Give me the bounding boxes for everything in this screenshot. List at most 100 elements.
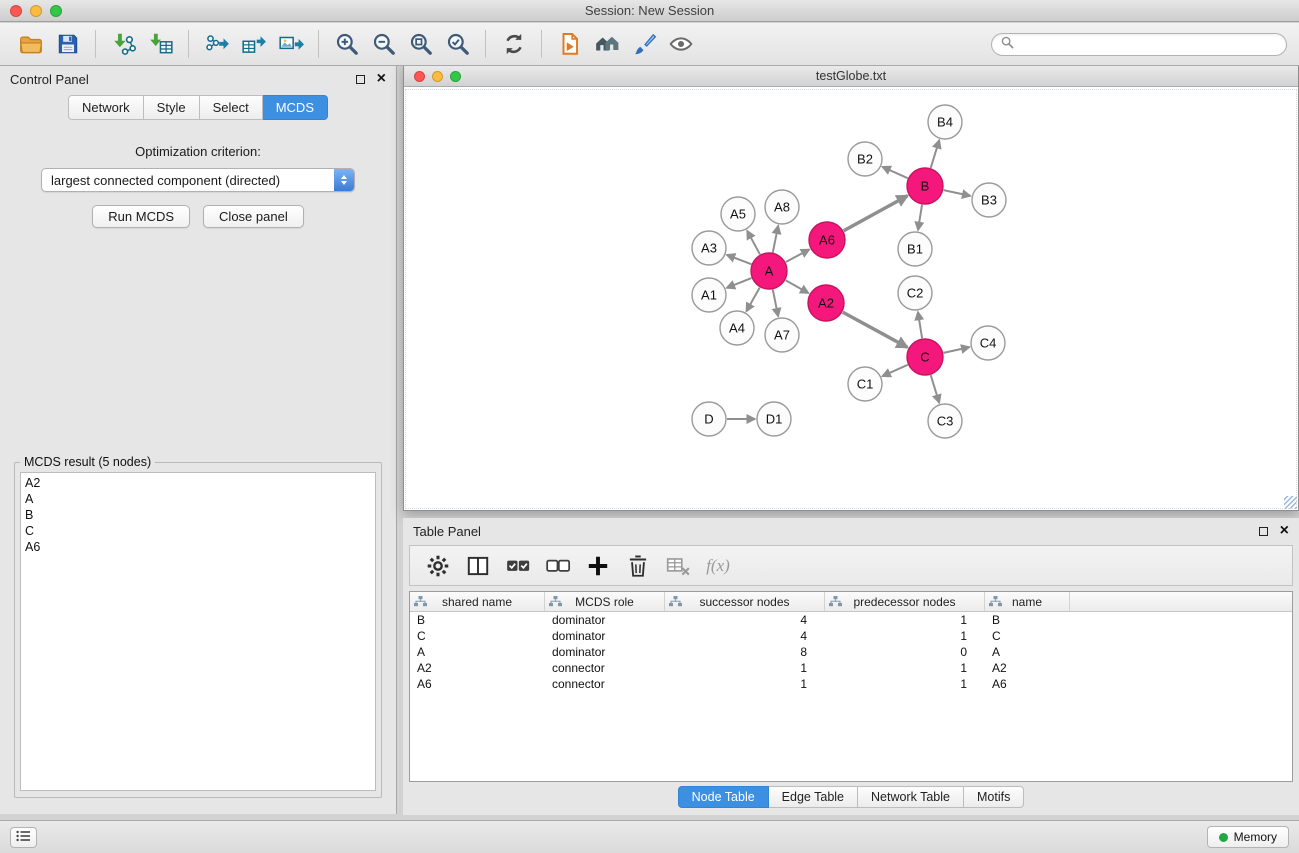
minimize-window-button[interactable]: [30, 5, 42, 17]
graph-node-C2[interactable]: C2: [898, 276, 932, 310]
export-network-icon[interactable]: [198, 26, 235, 62]
graph-edge-A6-B[interactable]: [844, 196, 908, 231]
column-header-name[interactable]: name: [985, 592, 1070, 611]
first-neighbors-icon[interactable]: [551, 26, 588, 62]
graph-node-A5[interactable]: A5: [721, 197, 755, 231]
graph-edge-A-A8[interactable]: [773, 226, 778, 253]
run-mcds-button[interactable]: Run MCDS: [92, 205, 190, 228]
network-close-button[interactable]: [414, 71, 425, 82]
delete-table-icon[interactable]: [658, 548, 698, 584]
network-canvas[interactable]: B4B2BB3A5A8A6B1A3AC2A1A2A4A7C4CC1C3DD1: [404, 88, 1298, 510]
graph-node-A3[interactable]: A3: [692, 231, 726, 265]
graph-node-D1[interactable]: D1: [757, 402, 791, 436]
graph-node-C1[interactable]: C1: [848, 367, 882, 401]
tab-motifs[interactable]: Motifs: [964, 786, 1024, 808]
close-panel-button[interactable]: Close panel: [203, 205, 304, 228]
show-columns-icon[interactable]: [458, 548, 498, 584]
graph-node-C[interactable]: C: [907, 339, 943, 375]
graph-node-B3[interactable]: B3: [972, 183, 1006, 217]
graph-node-A1[interactable]: A1: [692, 278, 726, 312]
table-row[interactable]: Bdominator41B: [410, 612, 1292, 628]
tab-network-table[interactable]: Network Table: [858, 786, 964, 808]
search-box[interactable]: [991, 33, 1287, 56]
graph-node-A7[interactable]: A7: [765, 318, 799, 352]
graph-edge-A-A7[interactable]: [773, 290, 778, 317]
task-history-button[interactable]: [10, 827, 37, 848]
graph-edge-A2-C[interactable]: [843, 312, 908, 347]
graph-edge-C-C3[interactable]: [931, 375, 940, 403]
fullscreen-window-button[interactable]: [50, 5, 62, 17]
mcds-result-item[interactable]: B: [25, 507, 371, 523]
graph-edge-A-A1[interactable]: [727, 278, 752, 288]
import-network-icon[interactable]: [105, 26, 142, 62]
table-row[interactable]: Cdominator41C: [410, 628, 1292, 644]
graph-node-A8[interactable]: A8: [765, 190, 799, 224]
zoom-fit-icon[interactable]: [402, 26, 439, 62]
graph-edge-B-B4[interactable]: [931, 140, 940, 168]
graph-node-D[interactable]: D: [692, 402, 726, 436]
table-row[interactable]: A6connector11A6: [410, 676, 1292, 692]
graph-edge-B-B1[interactable]: [918, 205, 922, 230]
export-image-icon[interactable]: [272, 26, 309, 62]
resize-handle-icon[interactable]: [1284, 496, 1297, 509]
tab-style[interactable]: Style: [144, 95, 200, 120]
graph-node-B4[interactable]: B4: [928, 105, 962, 139]
tab-edge-table[interactable]: Edge Table: [769, 786, 858, 808]
close-table-panel-icon[interactable]: ×: [1280, 525, 1289, 537]
save-session-icon[interactable]: [49, 26, 86, 62]
graph-edge-A-A2[interactable]: [786, 280, 809, 293]
home-icon[interactable]: [588, 26, 625, 62]
network-window-titlebar[interactable]: testGlobe.txt: [404, 66, 1298, 87]
mcds-result-item[interactable]: A2: [25, 475, 371, 491]
graph-node-B2[interactable]: B2: [848, 142, 882, 176]
search-input[interactable]: [1020, 35, 1277, 53]
column-header-successor-nodes[interactable]: successor nodes: [665, 592, 825, 611]
graph-edge-B-B2[interactable]: [882, 167, 907, 178]
graph-edge-B-B3[interactable]: [944, 190, 971, 196]
table-row[interactable]: Adominator80A: [410, 644, 1292, 660]
tab-node-table[interactable]: Node Table: [678, 786, 769, 808]
paint-details-icon[interactable]: [625, 26, 662, 62]
graph-node-A4[interactable]: A4: [720, 311, 754, 345]
mcds-result-list[interactable]: A2ABCA6: [20, 472, 376, 791]
column-header-predecessor-nodes[interactable]: predecessor nodes: [825, 592, 985, 611]
float-table-panel-icon[interactable]: [1259, 527, 1268, 536]
add-column-icon[interactable]: [578, 548, 618, 584]
zoom-selected-icon[interactable]: [439, 26, 476, 62]
graph-edge-C-C2[interactable]: [918, 312, 922, 338]
float-panel-icon[interactable]: [356, 75, 365, 84]
graph-node-A2[interactable]: A2: [808, 285, 844, 321]
graph-node-A[interactable]: A: [751, 253, 787, 289]
graph-edge-C-C4[interactable]: [944, 347, 970, 353]
mcds-result-item[interactable]: A6: [25, 539, 371, 555]
column-header-shared-name[interactable]: shared name: [410, 592, 545, 611]
graph-node-B[interactable]: B: [907, 168, 943, 204]
graph-node-A6[interactable]: A6: [809, 222, 845, 258]
criterion-select[interactable]: largest connected component (directed): [41, 168, 355, 192]
deselect-all-icon[interactable]: [538, 548, 578, 584]
graph-node-B1[interactable]: B1: [898, 232, 932, 266]
window-titlebar[interactable]: Session: New Session: [0, 0, 1299, 22]
network-zoom-button[interactable]: [450, 71, 461, 82]
open-session-icon[interactable]: [12, 26, 49, 62]
refresh-icon[interactable]: [495, 26, 532, 62]
eye-icon[interactable]: [662, 26, 699, 62]
graph-edge-A-A4[interactable]: [746, 288, 759, 312]
table-row[interactable]: A2connector11A2: [410, 660, 1292, 676]
delete-column-icon[interactable]: [618, 548, 658, 584]
tab-mcds[interactable]: MCDS: [263, 95, 328, 120]
network-minimize-button[interactable]: [432, 71, 443, 82]
graph-edge-A-A6[interactable]: [786, 249, 810, 262]
mcds-result-item[interactable]: A: [25, 491, 371, 507]
function-builder-icon[interactable]: f(x): [698, 548, 738, 584]
import-table-icon[interactable]: [142, 26, 179, 62]
select-all-icon[interactable]: [498, 548, 538, 584]
graph-edge-C-C1[interactable]: [882, 365, 907, 376]
graph-edge-A-A3[interactable]: [727, 255, 752, 264]
close-window-button[interactable]: [10, 5, 22, 17]
memory-button[interactable]: Memory: [1207, 826, 1289, 848]
table-settings-icon[interactable]: [418, 548, 458, 584]
zoom-out-icon[interactable]: [365, 26, 402, 62]
graph-node-C4[interactable]: C4: [971, 326, 1005, 360]
tab-network[interactable]: Network: [68, 95, 144, 120]
